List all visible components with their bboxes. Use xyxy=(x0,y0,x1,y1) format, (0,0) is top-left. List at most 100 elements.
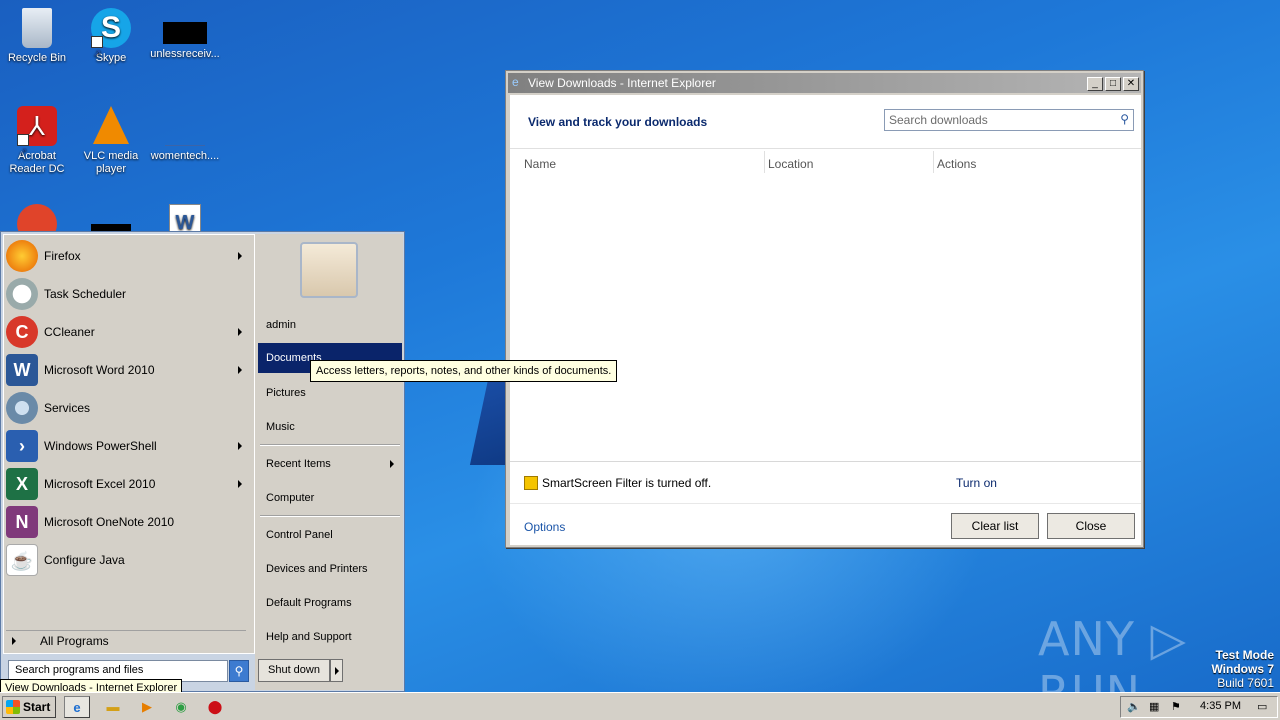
places-divider xyxy=(260,515,400,517)
desktop-icon-recycle-bin[interactable]: Recycle Bin xyxy=(0,8,74,65)
place-admin[interactable]: admin xyxy=(258,310,402,340)
user-avatar[interactable] xyxy=(300,242,358,298)
submenu-arrow-icon xyxy=(238,442,242,450)
search-icon[interactable]: ⚲ xyxy=(1120,112,1129,126)
vlc-icon xyxy=(93,106,129,144)
services-gear-icon xyxy=(6,392,38,424)
place-label: Recent Items xyxy=(266,458,331,470)
column-divider[interactable] xyxy=(933,151,934,173)
program-services[interactable]: Services xyxy=(6,390,248,426)
test-mode-line: Build 7601 xyxy=(1217,676,1274,690)
search-placeholder: Search downloads xyxy=(889,113,988,127)
place-control-panel[interactable]: Control Panel xyxy=(258,520,402,550)
desktop-icon-file-2[interactable]: womentech.... xyxy=(148,106,222,163)
program-word[interactable]: W Microsoft Word 2010 xyxy=(6,352,248,388)
word-icon: W xyxy=(6,354,38,386)
desktop-icon-label: womentech.... xyxy=(150,150,220,162)
turn-on-link[interactable]: Turn on xyxy=(956,476,997,490)
windows-flag-icon xyxy=(6,700,20,714)
test-mode-line: Test Mode xyxy=(1215,648,1274,662)
submenu-arrow-icon xyxy=(238,252,242,260)
submenu-arrow-icon xyxy=(238,328,242,336)
test-mode-notice: Test Mode Windows 7 Build 7601 xyxy=(1211,648,1274,690)
speaker-icon[interactable]: 🔈 xyxy=(1127,700,1141,713)
onenote-icon: N xyxy=(6,506,38,538)
place-music[interactable]: Music xyxy=(258,412,402,442)
show-desktop-icon[interactable]: ▭ xyxy=(1257,700,1267,713)
options-link[interactable]: Options xyxy=(524,520,565,534)
program-label: Services xyxy=(44,401,91,415)
taskbar-ie-icon[interactable]: e xyxy=(64,696,90,718)
program-label: Windows PowerShell xyxy=(44,439,157,453)
desktop-icon-skype[interactable]: S Skype xyxy=(74,8,148,74)
taskbar: Start e ▬ ▶ ◉ ⬤ 🔈 ▦ ⚑ 4:35 PM ▭ xyxy=(0,692,1280,720)
search-downloads-input[interactable]: Search downloads ⚲ xyxy=(884,109,1134,131)
program-task-scheduler[interactable]: Task Scheduler xyxy=(6,276,248,312)
desktop-icon-label: Skype xyxy=(95,52,127,64)
maximize-button[interactable]: □ xyxy=(1105,77,1121,91)
all-programs-label: All Programs xyxy=(40,633,109,648)
program-label: CCleaner xyxy=(44,325,95,339)
smartscreen-bar: SmartScreen Filter is turned off. Turn o… xyxy=(510,461,1141,503)
program-label: Task Scheduler xyxy=(44,287,127,301)
start-search-icon[interactable]: ⚲ xyxy=(229,660,249,682)
downloads-list-area: View and track your downloads Search dow… xyxy=(510,95,1141,461)
clear-list-button[interactable]: Clear list xyxy=(951,513,1039,539)
desktop-icon-vlc[interactable]: VLC media player xyxy=(74,106,148,176)
taskbar-media-player-icon[interactable]: ▶ xyxy=(134,696,160,718)
close-window-button[interactable]: ✕ xyxy=(1123,77,1139,91)
program-label: Microsoft Excel 2010 xyxy=(44,477,156,491)
place-default-programs[interactable]: Default Programs xyxy=(258,588,402,618)
column-location[interactable]: Location xyxy=(768,157,813,171)
place-recent-items[interactable]: Recent Items xyxy=(258,449,402,479)
start-search-placeholder: Search programs and files xyxy=(15,664,144,676)
desktop-icon-label: Acrobat Reader DC xyxy=(9,150,65,175)
start-button[interactable]: Start xyxy=(2,696,56,718)
program-powershell[interactable]: › Windows PowerShell xyxy=(6,428,248,464)
place-devices-printers[interactable]: Devices and Printers xyxy=(258,554,402,584)
column-actions[interactable]: Actions xyxy=(937,157,976,171)
taskbar-chrome-icon[interactable]: ◉ xyxy=(168,696,194,718)
submenu-arrow-icon xyxy=(390,460,394,468)
excel-icon: X xyxy=(6,468,38,500)
program-ccleaner[interactable]: C CCleaner xyxy=(6,314,248,350)
all-programs[interactable]: All Programs xyxy=(6,630,246,648)
clock[interactable]: 4:35 PM xyxy=(1200,700,1241,712)
action-center-flag-icon[interactable]: ⚑ xyxy=(1171,700,1181,713)
place-pictures[interactable]: Pictures xyxy=(258,378,402,408)
program-onenote[interactable]: N Microsoft OneNote 2010 xyxy=(6,504,248,540)
shutdown-button[interactable]: Shut down xyxy=(258,659,330,682)
place-computer[interactable]: Computer xyxy=(258,483,402,513)
desktop-icon-label: unlessreceiv... xyxy=(150,48,220,60)
dialog-titlebar[interactable]: e View Downloads - Internet Explorer _ □… xyxy=(508,73,1141,93)
taskbar-explorer-icon[interactable]: ▬ xyxy=(100,696,126,718)
ie-icon: e xyxy=(512,75,519,89)
taskbar-opera-icon[interactable]: ⬤ xyxy=(202,696,228,718)
file-icon xyxy=(165,124,205,146)
dialog-title: View Downloads - Internet Explorer xyxy=(528,76,716,90)
program-label: Configure Java xyxy=(44,553,125,567)
program-configure-java[interactable]: ☕ Configure Java xyxy=(6,542,248,578)
powershell-icon: › xyxy=(6,430,38,462)
column-name[interactable]: Name xyxy=(524,157,556,171)
program-label: Microsoft OneNote 2010 xyxy=(44,515,175,529)
dialog-footer: Options Clear list Close xyxy=(510,503,1141,545)
shield-warning-icon xyxy=(524,476,538,490)
firefox-icon xyxy=(6,240,38,272)
program-label: Firefox xyxy=(44,249,81,263)
program-firefox[interactable]: Firefox xyxy=(6,238,248,274)
downloads-dialog: e View Downloads - Internet Explorer _ □… xyxy=(505,70,1144,548)
program-excel[interactable]: X Microsoft Excel 2010 xyxy=(6,466,248,502)
smartscreen-status: SmartScreen Filter is turned off. xyxy=(542,476,712,490)
minimize-button[interactable]: _ xyxy=(1087,77,1103,91)
close-button[interactable]: Close xyxy=(1047,513,1135,539)
start-label: Start xyxy=(23,700,51,714)
network-icon[interactable]: ▦ xyxy=(1149,700,1159,713)
desktop-icon-file-1[interactable]: unlessreceiv... xyxy=(148,8,222,61)
system-tray: 🔈 ▦ ⚑ 4:35 PM ▭ xyxy=(1120,696,1278,718)
place-help-support[interactable]: Help and Support xyxy=(258,622,402,652)
desktop-icon-acrobat[interactable]: ⅄ Acrobat Reader DC xyxy=(0,106,74,176)
column-divider[interactable] xyxy=(764,151,765,173)
shutdown-options-button[interactable] xyxy=(330,659,343,682)
documents-tooltip: Access letters, reports, notes, and othe… xyxy=(310,360,618,382)
